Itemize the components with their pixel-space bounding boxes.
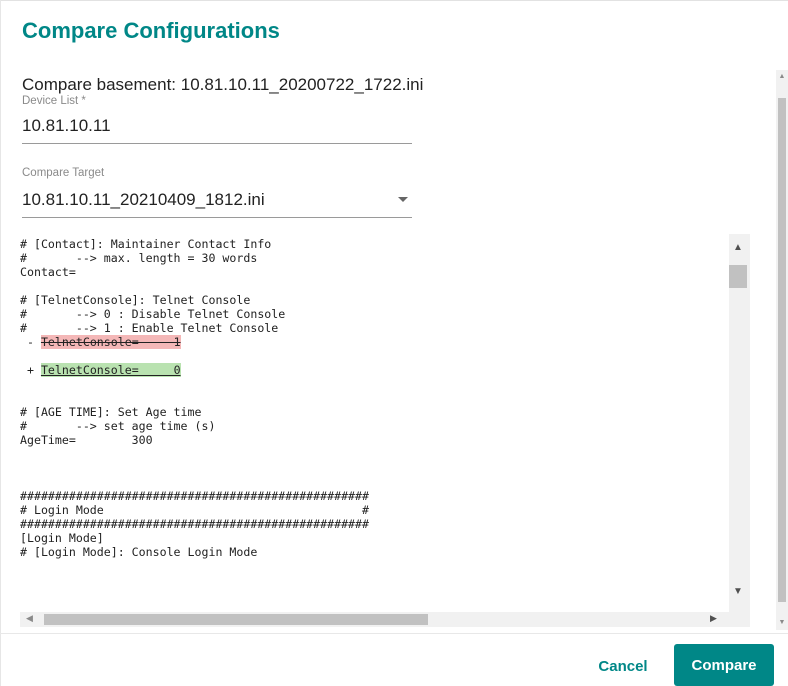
chevron-down-icon[interactable]	[398, 197, 408, 202]
diff-line	[20, 377, 369, 391]
compare-configurations-dialog: Compare Configurations ▲ ▼ Compare basem…	[0, 0, 788, 686]
dialog-scrollbar[interactable]: ▲ ▼	[776, 70, 788, 630]
diff-line	[20, 447, 369, 461]
scroll-down-icon[interactable]: ▼	[777, 616, 787, 630]
diff-vertical-scrollbar-thumb[interactable]	[729, 265, 747, 288]
device-list-label: Device List *	[22, 95, 86, 107]
compare-button[interactable]: Compare	[674, 644, 774, 686]
diff-line	[20, 475, 369, 489]
scroll-up-icon[interactable]: ▲	[729, 242, 747, 253]
left-divider	[0, 0, 1, 686]
footer-divider	[0, 633, 788, 634]
diff-line: ########################################…	[20, 489, 370, 503]
diff-line	[20, 461, 369, 475]
diff-line: [Login Mode]	[20, 531, 104, 545]
config-diff-viewer[interactable]: # [Contact]: Maintainer Contact Info # --…	[20, 233, 750, 627]
diff-line: # [TelnetConsole]: Telnet Console	[20, 293, 251, 307]
removed-text: TelnetConsole= 1	[40, 335, 181, 349]
diff-line	[20, 391, 369, 405]
compare-target-label: Compare Target	[22, 167, 105, 179]
compare-target-select[interactable]: 10.81.10.11_20210409_1812.ini	[22, 190, 265, 210]
diff-line: # [Contact]: Maintainer Contact Info	[20, 237, 272, 251]
diff-line: # --> max. length = 30 words	[20, 251, 258, 265]
diff-line-removed: - TelnetConsole= 1	[20, 335, 369, 349]
diff-marker: -	[20, 335, 41, 349]
scroll-left-icon[interactable]: ◀	[26, 613, 33, 624]
diff-line: # --> set age time (s)	[20, 419, 216, 433]
diff-line: # [AGE TIME]: Set Age time	[20, 405, 202, 419]
added-text: TelnetConsole= 0	[40, 363, 181, 377]
top-divider	[0, 0, 788, 1]
diff-vertical-scrollbar[interactable]: ▲ ▼	[729, 234, 750, 612]
diff-line: # --> 0 : Disable Telnet Console	[20, 307, 286, 321]
compare-basement-label: Compare basement: 10.81.10.11_20200722_1…	[22, 75, 424, 94]
diff-line: # --> 1 : Enable Telnet Console	[20, 321, 279, 335]
diff-line: ########################################…	[20, 517, 370, 531]
diff-line-added: + TelnetConsole= 0	[20, 363, 369, 377]
dialog-title: Compare Configurations	[22, 18, 280, 43]
cancel-button[interactable]: Cancel	[590, 648, 656, 684]
diff-horizontal-scrollbar[interactable]: ◀ ▶	[20, 612, 729, 627]
device-list-field[interactable]: 10.81.10.11	[22, 116, 111, 136]
diff-horizontal-scrollbar-thumb[interactable]	[44, 614, 428, 625]
diff-line: AgeTime= 300	[20, 433, 153, 447]
scroll-up-icon[interactable]: ▲	[777, 70, 787, 84]
scroll-right-icon[interactable]: ▶	[710, 613, 717, 624]
diff-line: Contact=	[20, 265, 76, 279]
diff-marker: +	[20, 363, 41, 377]
scroll-down-icon[interactable]: ▼	[729, 586, 747, 597]
compare-target-underline	[22, 217, 412, 218]
diff-line: # Login Mode #	[20, 503, 370, 517]
config-diff-text: # [Contact]: Maintainer Contact Info # --…	[20, 237, 369, 559]
diff-line	[20, 349, 369, 363]
scrollbar-corner	[729, 612, 750, 627]
diff-line	[20, 279, 369, 293]
dialog-scrollbar-thumb[interactable]	[778, 98, 786, 602]
device-list-underline	[22, 143, 412, 144]
diff-line: # [Login Mode]: Console Login Mode	[20, 545, 258, 559]
